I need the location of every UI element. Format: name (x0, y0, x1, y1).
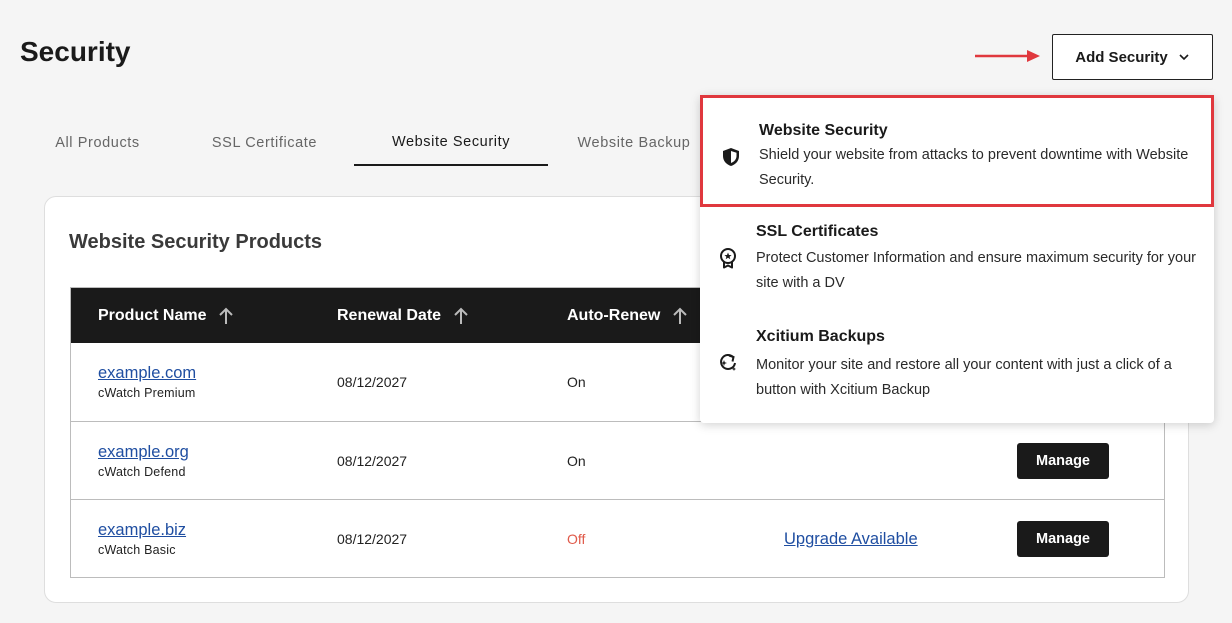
product-domain-link[interactable]: example.com (98, 364, 196, 383)
add-security-button[interactable]: Add Security (1052, 34, 1213, 80)
column-renewal-date[interactable]: Renewal Date (337, 288, 469, 343)
column-label: Product Name (98, 306, 207, 324)
upgrade-cell: Upgrade Available (784, 500, 918, 578)
product-cell: example.org cWatch Defend (98, 422, 189, 500)
menu-item-description: Monitor your site and restore all your c… (756, 357, 1172, 398)
shield-icon (723, 148, 739, 166)
renewal-date: 08/12/2027 (337, 374, 408, 390)
auto-renew-status: Off (567, 531, 586, 547)
menu-item-description: Shield your website from attacks to prev… (759, 147, 1189, 188)
tab-ssl-certificate[interactable]: SSL Certificate (175, 120, 354, 166)
add-security-label: Add Security (1075, 48, 1168, 66)
chevron-down-icon (1179, 54, 1189, 61)
product-plan: cWatch Premium (98, 386, 196, 400)
product-plan: cWatch Defend (98, 465, 186, 479)
product-domain-link[interactable]: example.biz (98, 521, 186, 540)
award-badge-icon (720, 248, 736, 269)
auto-renew-status: On (567, 374, 586, 390)
tab-website-backup[interactable]: Website Backup (548, 120, 720, 166)
tab-all-products[interactable]: All Products (20, 120, 175, 166)
renewal-date: 08/12/2027 (337, 531, 408, 547)
product-cell: example.com cWatch Premium (98, 343, 196, 421)
column-label: Renewal Date (337, 306, 442, 324)
sort-arrow-up-icon (454, 307, 468, 324)
column-label: Auto-Renew (567, 306, 661, 324)
tab-bar: All Products SSL Certificate Website Sec… (20, 120, 720, 166)
manage-button[interactable]: Manage (1017, 521, 1109, 557)
table-row: example.biz cWatch Basic 08/12/2027 Off … (71, 499, 1164, 577)
table-row: example.org cWatch Defend 08/12/2027 On … (71, 421, 1164, 499)
page-title: Security (20, 36, 131, 67)
menu-item-xcitium-backups[interactable]: Xcitium Backups Monitor your site and re… (700, 311, 1214, 415)
column-auto-renew[interactable]: Auto-Renew (567, 288, 688, 343)
sort-arrow-up-icon (219, 307, 234, 324)
restore-sparkle-icon (720, 354, 736, 371)
sort-arrow-up-icon (673, 307, 688, 324)
annotation-arrow (975, 50, 1040, 62)
menu-item-website-security[interactable]: Website Security Shield your website fro… (700, 95, 1214, 207)
add-security-menu: Website Security Shield your website fro… (700, 95, 1214, 423)
product-cell: example.biz cWatch Basic (98, 500, 186, 578)
column-product-name[interactable]: Product Name (98, 288, 234, 343)
renewal-date: 08/12/2027 (337, 453, 408, 469)
menu-item-ssl-certificates[interactable]: SSL Certificates Protect Customer Inform… (700, 207, 1214, 311)
tab-website-security[interactable]: Website Security (354, 120, 548, 166)
menu-item-title: Xcitium Backups (756, 328, 885, 345)
card-title: Website Security Products (69, 231, 323, 253)
menu-item-title: SSL Certificates (756, 223, 879, 240)
menu-item-description: Protect Customer Information and ensure … (756, 250, 1196, 291)
manage-button[interactable]: Manage (1017, 443, 1109, 479)
menu-item-title: Website Security (759, 122, 888, 139)
product-domain-link[interactable]: example.org (98, 443, 189, 462)
upgrade-available-link[interactable]: Upgrade Available (784, 530, 918, 549)
auto-renew-status: On (567, 453, 586, 469)
product-plan: cWatch Basic (98, 543, 176, 557)
